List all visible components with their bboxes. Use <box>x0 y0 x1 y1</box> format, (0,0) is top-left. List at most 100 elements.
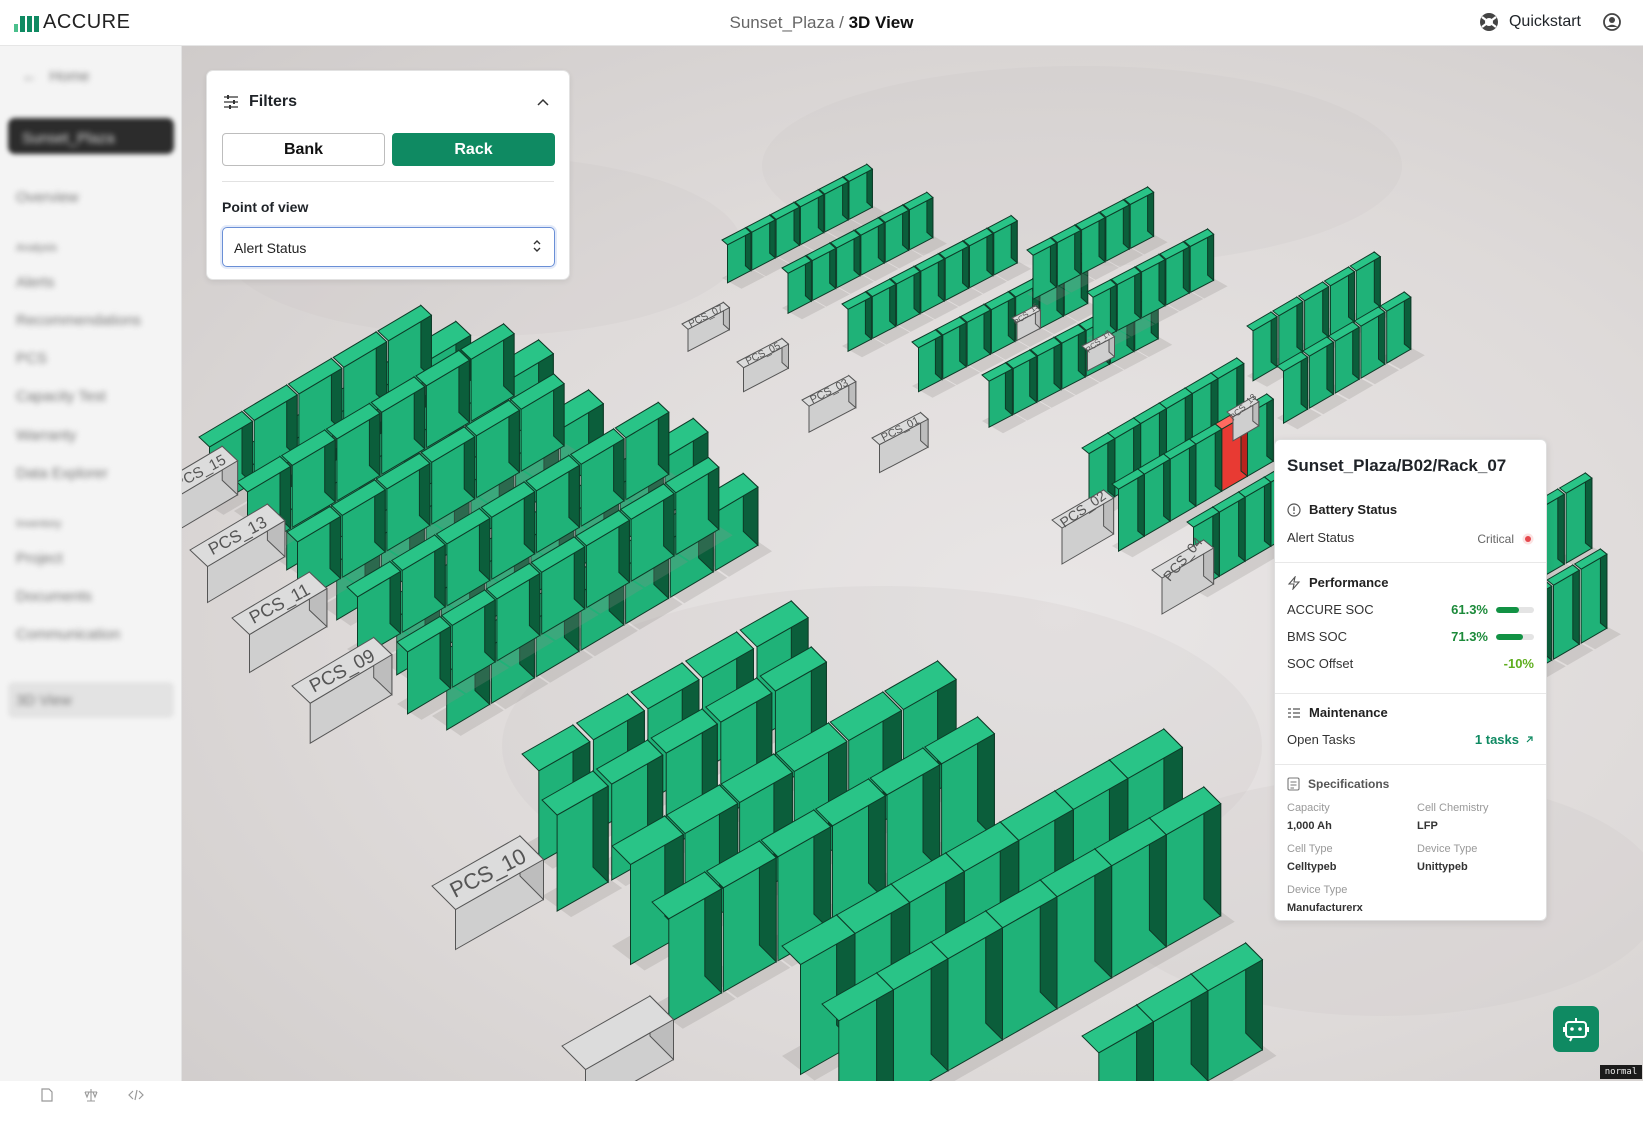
pcs-box-09[interactable]: PCS_09 <box>291 636 393 745</box>
sidebar-item-documents[interactable]: Documents <box>16 588 92 605</box>
capacity-label: Capacity <box>1287 802 1330 814</box>
spec-sheet-icon <box>1287 777 1300 791</box>
pcs-box-01[interactable]: PCS_01 <box>871 411 929 474</box>
pcs-box-10[interactable]: PCS_10 <box>431 834 545 951</box>
soc-offset-label: SOC Offset <box>1287 656 1354 671</box>
edge-bank-b-rack-3[interactable] <box>1573 547 1621 650</box>
point-of-view-label: Point of view <box>222 199 309 215</box>
pcs-box-front[interactable] <box>561 994 675 1081</box>
battery-status-heading: Battery Status <box>1287 502 1397 517</box>
breadcrumb-current: 3D View <box>848 13 914 32</box>
render-mode-badge: normal <box>1600 1065 1642 1079</box>
sidebar: ← Home Sunset_Plaza Overview Analysis Al… <box>0 46 182 1102</box>
pcs-box-02[interactable]: PCS_02 <box>1051 487 1115 565</box>
bank-button[interactable]: Bank <box>222 133 385 166</box>
sliders-icon <box>224 95 238 109</box>
pcs-box-15[interactable]: PCS_15 <box>182 445 239 530</box>
accure-soc-label: ACCURE SOC <box>1287 602 1374 617</box>
sidebar-item-3d-view[interactable]: 3D View <box>16 692 72 709</box>
battery-status-title: Battery Status <box>1309 502 1398 517</box>
bms-soc-label: BMS SOC <box>1287 629 1347 644</box>
breadcrumb-separator: / <box>834 13 849 32</box>
rack-button[interactable]: Rack <box>392 133 555 166</box>
maintenance-heading: Maintenance <box>1287 705 1388 720</box>
quickstart-label: Quickstart <box>1508 13 1581 30</box>
section-divider <box>1275 764 1546 765</box>
robot-icon <box>1563 1018 1589 1042</box>
pcs-box-03[interactable]: PCS_03 <box>801 374 857 434</box>
sidebar-item-communication[interactable]: Communication <box>16 626 120 643</box>
sidebar-code-button[interactable] <box>125 1084 147 1106</box>
filters-collapse-button[interactable] <box>537 93 549 111</box>
filters-header[interactable]: Filters <box>223 93 297 111</box>
alert-status-value: Critical <box>1477 532 1534 546</box>
sidebar-item-warranty[interactable]: Warranty <box>16 427 76 444</box>
manufacturer-label: Device Type <box>1287 884 1348 896</box>
manufacturer-value: Manufacturerx <box>1287 902 1363 914</box>
device-type-value: Unittypeb <box>1417 861 1468 873</box>
bms-soc-text: 71.3% <box>1451 629 1488 644</box>
bms-soc-bar <box>1496 633 1534 640</box>
chevron-up-icon <box>537 98 549 106</box>
cell-type-label: Cell Type <box>1287 843 1333 855</box>
right-bank-b-rack-4[interactable] <box>1379 290 1425 370</box>
open-tasks-link[interactable]: 1 tasks <box>1475 732 1534 747</box>
accure-soc-bar <box>1496 606 1534 613</box>
lifebuoy-icon <box>1479 13 1498 31</box>
pcs-box-07[interactable]: PCS_07 <box>681 301 731 353</box>
sidebar-legal-button[interactable] <box>80 1084 102 1106</box>
rack-title: Sunset_Plaza/B02/Rack_07 <box>1287 456 1507 475</box>
filters-panel: Filters Bank Rack Point of view Alert St… <box>206 70 570 280</box>
chevron-up-down-icon <box>533 240 541 252</box>
soc-offset-value: -10% <box>1503 656 1534 671</box>
scale-icon <box>84 1089 98 1102</box>
maintenance-title: Maintenance <box>1309 705 1388 720</box>
open-tasks-label: Open Tasks <box>1287 732 1356 747</box>
open-tasks-text: 1 tasks <box>1474 732 1519 747</box>
point-of-view-select[interactable]: Alert Status <box>222 227 555 267</box>
sidebar-doc-button[interactable] <box>36 1084 58 1106</box>
bms-soc-value: 71.3% <box>1451 629 1534 644</box>
cell-chemistry-label: Cell Chemistry <box>1417 802 1489 814</box>
filters-divider <box>222 181 554 182</box>
alert-status-text: Critical <box>1477 532 1514 546</box>
checklist-icon <box>1288 707 1300 718</box>
performance-title: Performance <box>1309 575 1389 590</box>
sidebar-back-label: Home <box>49 68 90 85</box>
pcs-box-13[interactable]: PCS_13 <box>189 502 286 604</box>
pcs-box-11[interactable]: PCS_11 <box>231 570 328 674</box>
sidebar-item-recommendations[interactable]: Recommendations <box>16 312 141 329</box>
critical-dot-icon <box>1522 533 1534 545</box>
document-icon <box>41 1088 53 1102</box>
sidebar-back-home[interactable]: ← Home <box>22 68 90 85</box>
pcs-box-04[interactable]: PCS_04 <box>1151 534 1215 615</box>
sidebar-item-project[interactable]: Project <box>16 550 63 567</box>
top-bar: ACCURE Sunset_Plaza / 3D View Quickstart <box>0 0 1643 46</box>
capacity-value: 1,000 Ah <box>1287 820 1332 832</box>
sidebar-item-capacity-test[interactable]: Capacity Test <box>16 388 106 405</box>
alert-circle-icon <box>1287 502 1301 517</box>
accure-soc-text: 61.3% <box>1451 602 1488 617</box>
section-divider <box>1275 562 1546 563</box>
alert-status-label: Alert Status <box>1287 530 1355 545</box>
back-arrow-icon: ← <box>22 68 37 85</box>
cell-type-value: Celltypeb <box>1287 861 1337 873</box>
sidebar-item-data-explorer[interactable]: Data Explorer <box>16 465 108 482</box>
account-button[interactable] <box>1603 13 1621 36</box>
sidebar-section-inventory: Inventory <box>16 518 62 530</box>
sidebar-item-overview[interactable]: Overview <box>16 189 79 206</box>
breadcrumb-site[interactable]: Sunset_Plaza <box>730 13 835 32</box>
cell-chemistry-value: LFP <box>1417 820 1438 832</box>
device-type-label: Device Type <box>1417 843 1478 855</box>
sidebar-item-pcs[interactable]: PCS <box>16 350 47 367</box>
filters-title: Filters <box>249 93 298 110</box>
assistant-bot-button[interactable] <box>1553 1006 1599 1052</box>
pcs-box-05[interactable]: PCS_05 <box>736 337 790 393</box>
sidebar-site-label: Sunset_Plaza <box>22 130 115 147</box>
sidebar-item-alerts[interactable]: Alerts <box>16 274 54 291</box>
quickstart-button[interactable]: Quickstart <box>1479 12 1581 32</box>
point-of-view-value: Alert Status <box>234 240 307 256</box>
specifications-title: Specifications <box>1308 777 1390 791</box>
section-divider <box>1275 693 1546 694</box>
lightning-icon <box>1287 575 1301 590</box>
